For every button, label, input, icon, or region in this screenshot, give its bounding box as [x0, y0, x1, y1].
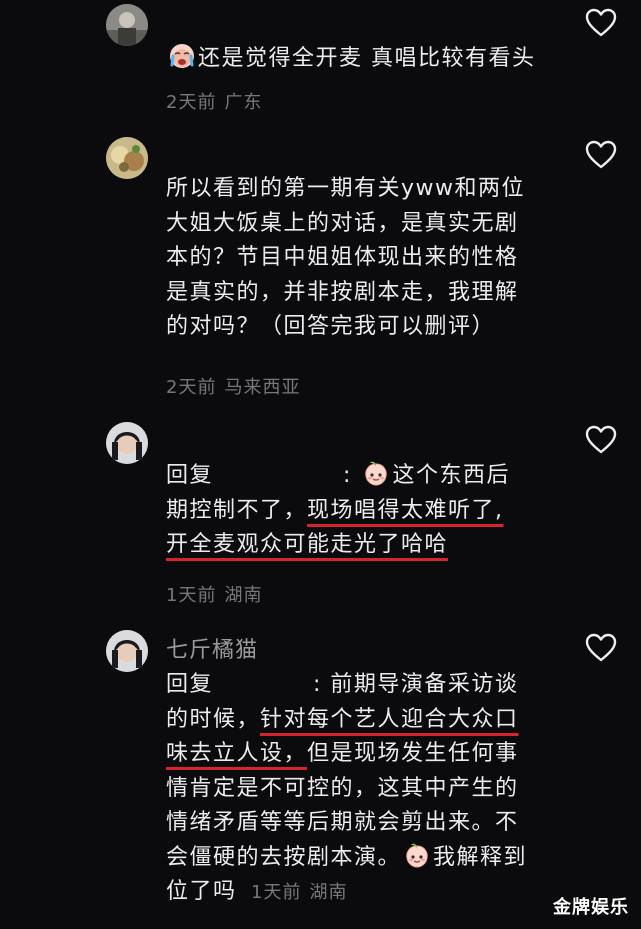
- avatar[interactable]: [106, 422, 148, 464]
- comment-location: 广东: [224, 92, 263, 113]
- avatar[interactable]: [106, 630, 148, 672]
- highlighted-text: 开全麦观众可能走光了哈哈: [166, 532, 449, 557]
- comment-time: 2天前: [166, 92, 217, 113]
- comment-meta: 1天前 湖南: [166, 581, 262, 607]
- watermark: 金牌娱乐: [553, 897, 629, 918]
- comment-meta: 1天前 湖南: [251, 882, 347, 903]
- comment-location: 马来西亚: [224, 377, 301, 398]
- comment-text: 回复: 这个东西后 期控制不了，现场唱得太难听了, 开全麦观众可能走光了哈哈: [166, 459, 576, 563]
- comment-time: 1天前: [251, 882, 302, 903]
- avatar[interactable]: [106, 137, 148, 179]
- comment-location: 湖南: [309, 882, 348, 903]
- heart-outline-icon: [585, 140, 617, 169]
- peach-face-icon: [403, 841, 431, 869]
- crying-face-icon: [168, 42, 196, 70]
- highlighted-text: 现场唱得太难听了,: [307, 497, 504, 523]
- avatar[interactable]: [106, 4, 148, 46]
- highlighted-text: 味去立人设，: [166, 741, 308, 766]
- comment-username[interactable]: 七斤橘猫: [166, 632, 258, 664]
- comment-text: 回复: 前期导演备采访谈 的时候，针对每个艺人迎合大众口 味去立人设，但是现场发…: [166, 672, 528, 904]
- comment-meta: 2天前 马来西亚: [166, 373, 300, 399]
- reply-label: 回复: [166, 672, 214, 697]
- heart-outline-icon: [585, 8, 617, 37]
- comment-time: 2天前: [166, 377, 217, 398]
- reply-label: 回复: [166, 463, 214, 488]
- peach-face-icon: [362, 459, 390, 487]
- heart-outline-icon: [585, 425, 617, 454]
- like-button[interactable]: [585, 140, 617, 170]
- like-button[interactable]: [585, 425, 617, 455]
- comment-text: 所以看到的第一期有关yww和两位 大姐大饭桌上的对话，是真实无剧 本的？节目中姐…: [166, 176, 526, 339]
- like-button[interactable]: [585, 8, 617, 38]
- comment-time: 1天前: [166, 585, 217, 606]
- comment-meta: 2天前 广东: [166, 88, 262, 114]
- highlighted-text: 针对每个艺人迎合大众口: [260, 706, 519, 732]
- comment-text: 还是觉得全开麦 真唱比较有看头: [166, 42, 576, 77]
- like-button[interactable]: [585, 633, 617, 663]
- heart-outline-icon: [585, 633, 617, 662]
- comment-location: 湖南: [224, 585, 263, 606]
